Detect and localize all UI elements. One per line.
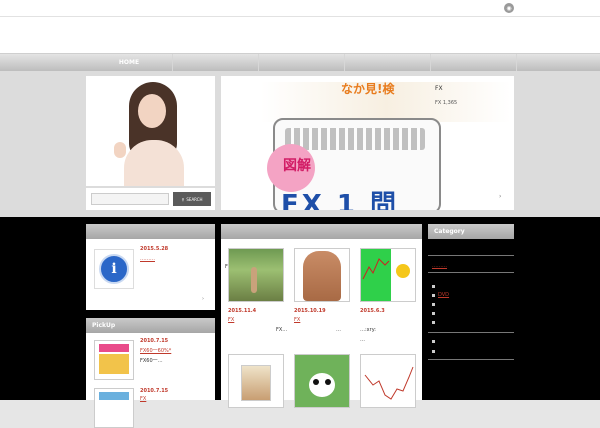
banner-fx-tag: FX [435, 85, 443, 92]
category-widget [428, 224, 514, 400]
banner-zukai: 図解 [283, 158, 311, 174]
category-item-1[interactable]: ……… [432, 263, 447, 269]
search-button[interactable]: ⚲ SEARCH [173, 192, 211, 206]
post-thumb-3[interactable] [360, 248, 416, 302]
nav-item-home-label: HOME [118, 59, 140, 66]
banner-next-arrow[interactable]: › [499, 193, 501, 200]
post-thumb-1[interactable] [228, 248, 284, 302]
left-widget-header [86, 224, 215, 239]
category-bullet-2 [432, 294, 435, 297]
panda-face [309, 373, 335, 397]
category-divider-1 [428, 255, 514, 256]
category-bullet-4 [432, 312, 435, 315]
book-cover-text [285, 128, 425, 150]
top-bar: ◉ [0, 0, 600, 17]
banner-sub: FX 1,365 [435, 100, 458, 106]
post-thumb-2[interactable] [294, 248, 350, 302]
category-bullet-6 [432, 340, 435, 343]
pickup-thumb-2[interactable] [94, 388, 134, 428]
search-input[interactable] [91, 193, 169, 205]
post-thumb-3-chart [361, 249, 410, 301]
main-nav: HOME [0, 53, 600, 72]
profile-photo [86, 76, 215, 186]
category-bullet-3 [432, 303, 435, 306]
category-divider-2 [428, 272, 514, 273]
info-thumbnail[interactable]: i [94, 249, 134, 289]
nav-item-4[interactable] [344, 54, 431, 71]
category-header: Category [428, 224, 514, 239]
left-widget-date: 2015.5.28 [140, 246, 169, 252]
post-dots: … [336, 327, 341, 333]
search-button-label: SEARCH [186, 196, 203, 202]
post-more-3: … [360, 337, 365, 343]
nav-item-5[interactable] [430, 54, 517, 71]
pickup-date-1: 2010.7.15 [140, 338, 169, 344]
left-widget-link[interactable]: ……… [140, 256, 155, 262]
post-date-2: 2015.10.19 [294, 308, 326, 314]
search-icon: ⚲ [181, 196, 185, 202]
category-divider-4 [428, 359, 514, 360]
category-divider-3 [428, 332, 514, 333]
pickup-date-2: 2010.7.15 [140, 388, 169, 394]
profile-hand [114, 142, 126, 158]
pickup-thumb-2-band [99, 392, 129, 400]
pickup-thumb-1-band [99, 344, 129, 352]
profile-body [124, 140, 184, 186]
nav-item-2[interactable] [172, 54, 259, 71]
post-date-1: 2015.11.4 [228, 308, 257, 314]
left-widget-more-arrow[interactable]: › [202, 296, 204, 302]
post-thumb-6-chart [364, 366, 414, 400]
info-icon: i [99, 254, 129, 284]
post-excerpt-3: …:xry: [360, 327, 376, 333]
category-bullet-5 [432, 321, 435, 324]
panda-eye-left [313, 379, 319, 385]
category-bullet-7 [432, 350, 435, 353]
site-header [0, 17, 600, 53]
banner-big-title: FX 1 問 [281, 190, 400, 210]
nav-item-3[interactable] [258, 54, 345, 71]
pickup-thumb-1[interactable] [94, 340, 134, 380]
post-excerpt-2: FX… [276, 327, 288, 333]
rss-icon[interactable]: ◉ [504, 3, 514, 13]
post-tag-2[interactable]: FX [294, 317, 300, 323]
pickup-excerpt-1: FX60一… [140, 358, 163, 364]
center-widget-header [221, 224, 422, 239]
post-thumb-1-runner [251, 267, 257, 293]
panda-eye-right [325, 379, 331, 385]
nav-item-home[interactable]: HOME [86, 54, 173, 71]
book-banner[interactable]: なか見!検 FX FX 1,365 図解 FX 1 問 › [221, 76, 514, 210]
post-thumb-4-image [241, 365, 271, 401]
post-date-3: 2015.6.3 [360, 308, 385, 314]
pickup-title-1[interactable]: FX60一60%* [140, 347, 171, 354]
pickup-header: PickUp [86, 318, 215, 333]
pickup-title-2[interactable]: FX [140, 396, 146, 402]
banner-title: なか見!検 [341, 82, 395, 96]
category-bullet-1 [432, 285, 435, 288]
post-tag-1[interactable]: FX [228, 317, 234, 323]
category-item-dvd[interactable]: DVD [438, 292, 449, 298]
profile-face [138, 94, 166, 128]
post-thumb-2-image [303, 251, 341, 301]
pickup-thumb-1-cover [99, 354, 129, 374]
